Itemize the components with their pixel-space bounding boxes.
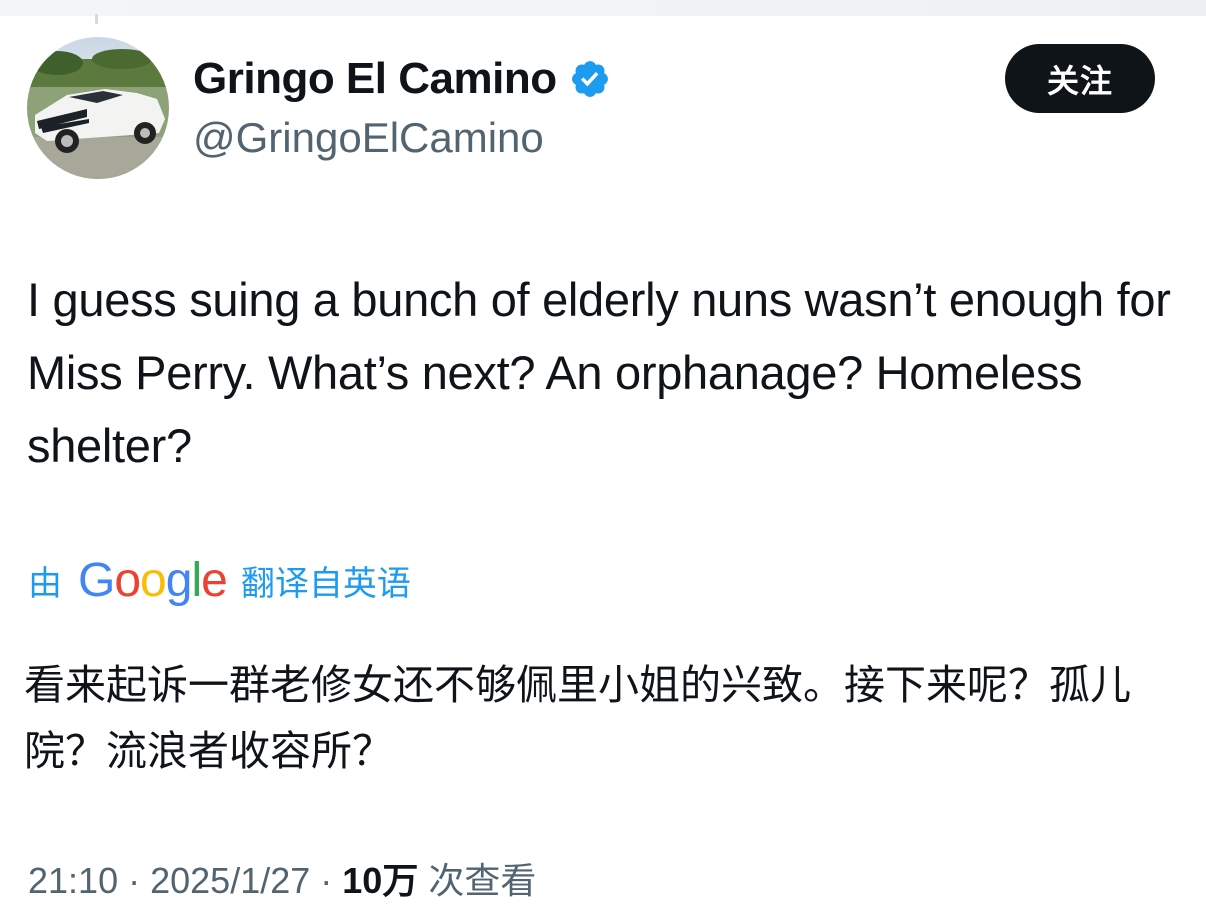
follow-button[interactable]: 关注 <box>1005 44 1155 113</box>
meta-separator: · <box>320 860 343 901</box>
tweet-meta: 21:10 · 2025/1/27 · 10万 次查看 <box>28 852 536 904</box>
tweet-time[interactable]: 21:10 <box>28 860 118 901</box>
top-strip <box>0 0 1206 24</box>
verified-badge-icon[interactable] <box>569 58 611 100</box>
author-name-row[interactable]: Gringo El Camino <box>193 54 611 104</box>
meta-separator: · <box>128 860 151 901</box>
views-label: 次查看 <box>428 860 537 901</box>
translated-tweet-text: 看来起诉一群老修女还不够佩里小姐的兴致。接下来呢？孤儿院？流浪者收容所？ <box>24 661 1131 775</box>
top-strip-handle <box>95 14 98 24</box>
translated-by-label: 由 <box>28 563 62 604</box>
avatar-image <box>27 37 169 179</box>
tweet-text: I guess suing a bunch of elderly nuns wa… <box>27 273 1171 472</box>
author-handle[interactable]: @GringoElCamino <box>193 114 544 162</box>
author-display-name[interactable]: Gringo El Camino <box>193 54 557 104</box>
translation-attribution: 由 Google 翻译自英语 <box>28 552 411 608</box>
google-logo: Google <box>78 553 228 607</box>
translated-from-link[interactable]: 翻译自英语 <box>241 556 411 605</box>
avatar[interactable] <box>27 37 169 179</box>
views-count: 10万 <box>342 860 419 901</box>
tweet-date[interactable]: 2025/1/27 <box>150 860 310 901</box>
